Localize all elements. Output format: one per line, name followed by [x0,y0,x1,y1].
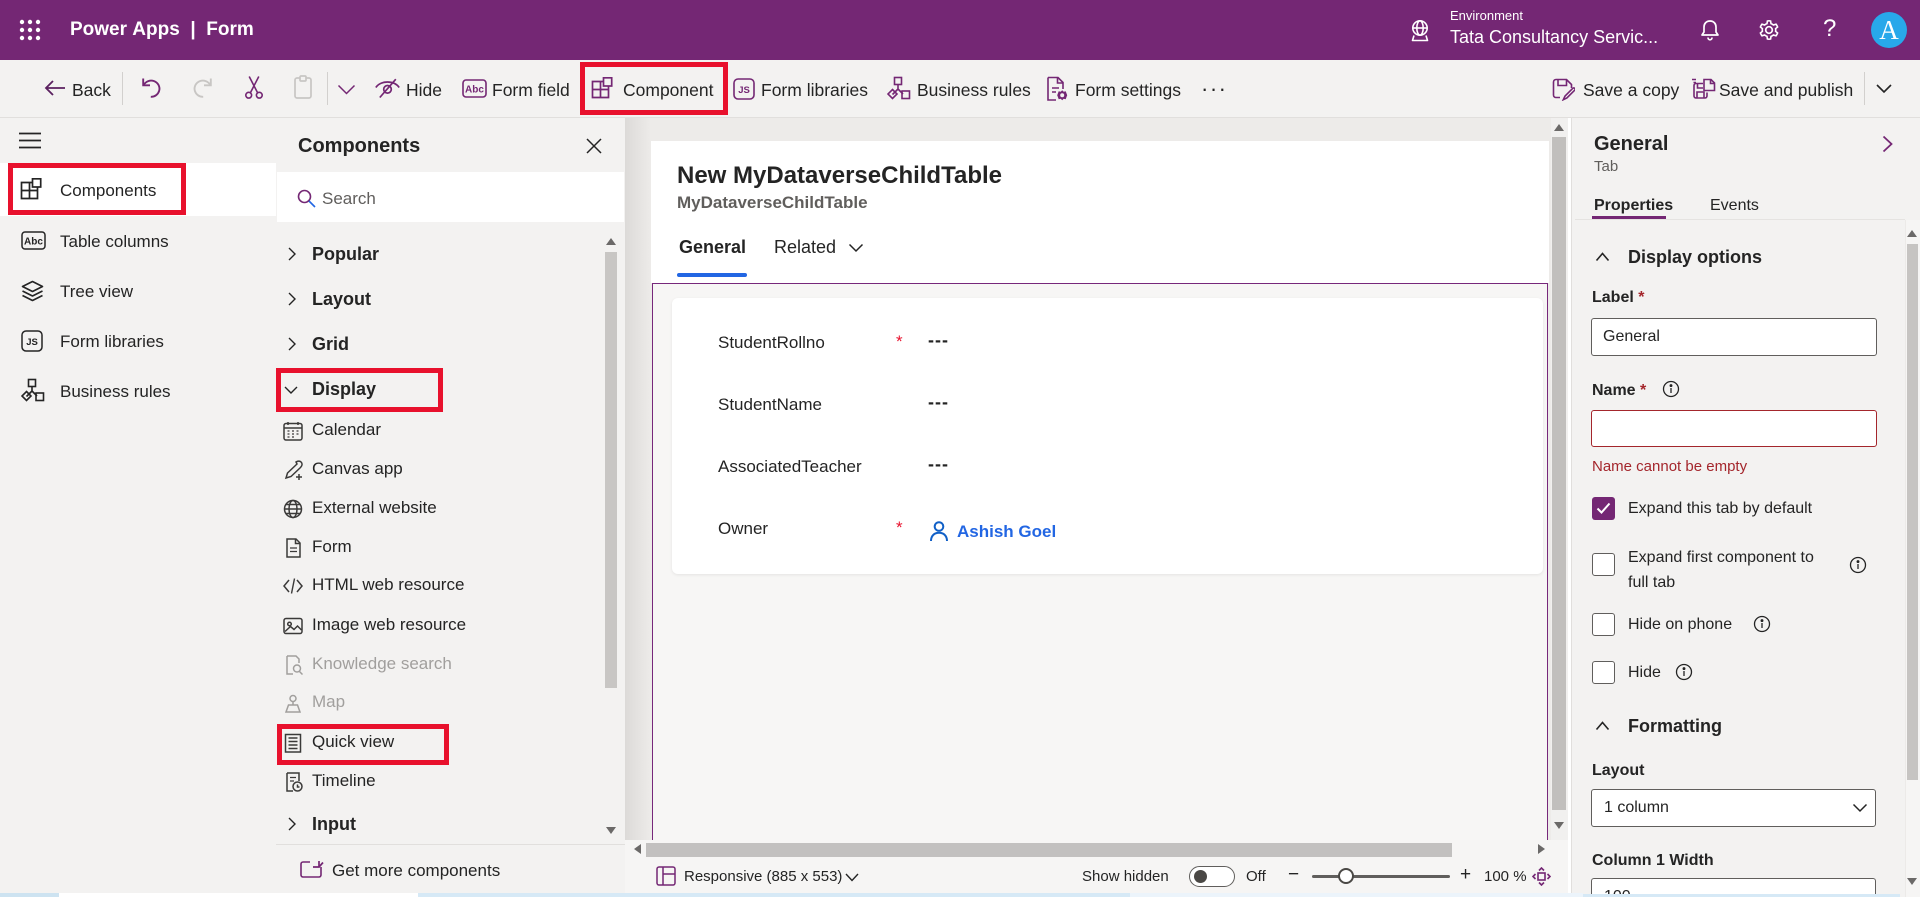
svg-text:JS: JS [738,85,750,96]
svg-text:Abc: Abc [24,237,43,248]
svg-text:JS: JS [26,337,38,348]
svg-text:Abc: Abc [465,85,484,96]
